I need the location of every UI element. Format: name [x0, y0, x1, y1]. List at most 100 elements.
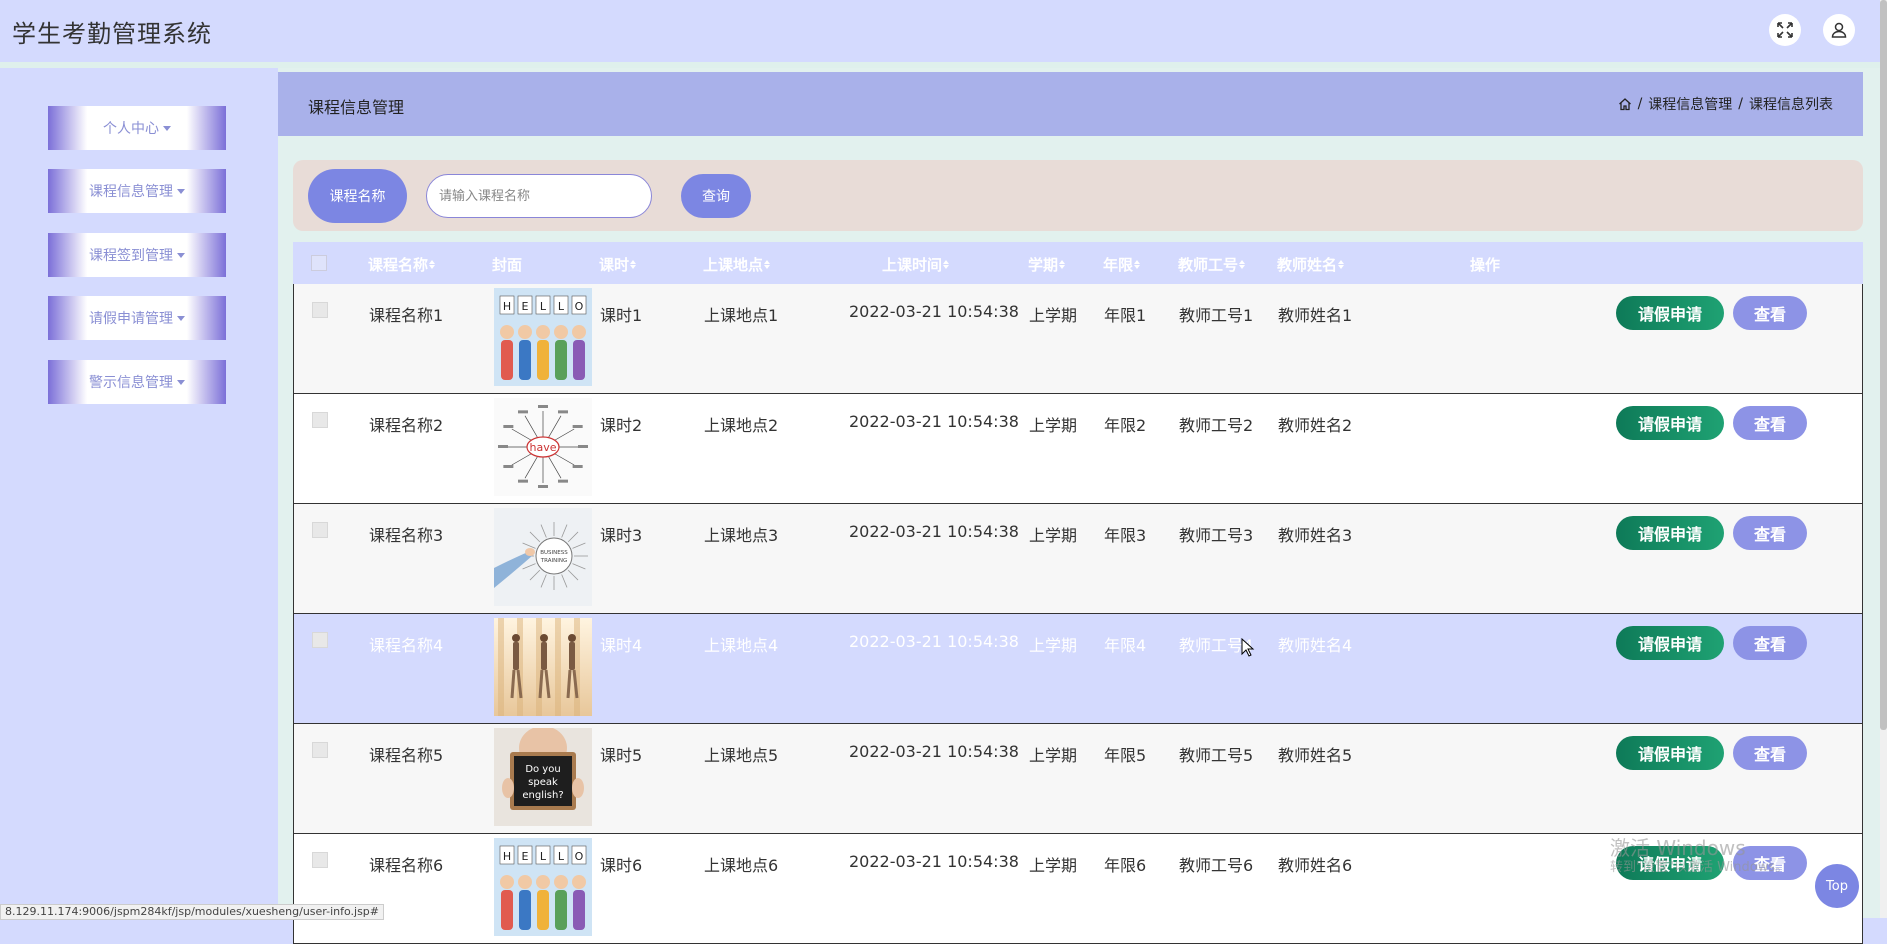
cell-years: 年限2 — [1104, 416, 1147, 435]
page-scrollbar[interactable] — [1880, 0, 1887, 918]
column-header[interactable]: 学期 — [1028, 254, 1066, 275]
svg-text:english?: english? — [522, 790, 563, 801]
fullscreen-icon[interactable] — [1769, 14, 1801, 46]
cell-time: 2022-03-21 10:54:38 — [849, 522, 1019, 541]
cell-teacher-name: 教师姓名4 — [1278, 636, 1353, 655]
column-header: 封面 — [492, 256, 523, 274]
table-row[interactable]: 课程名称1 课时1 上课地点1 2022-03-21 10:54:38 上学期 年限1 教师… — [293, 284, 1863, 394]
caret-down-icon — [177, 252, 185, 258]
leave-request-button[interactable]: 请假申请 — [1616, 296, 1724, 330]
svg-text:E: E — [522, 300, 529, 313]
row-checkbox[interactable] — [312, 632, 328, 648]
svg-text:L: L — [558, 850, 565, 863]
table-row[interactable]: 课程名称3 课时3 上课地点3 2022-03-21 10:54:38 上学期 年限3 教师… — [293, 504, 1863, 614]
sidebar-item-label: 警示信息管理 — [89, 375, 173, 391]
cell-place: 上课地点1 — [704, 306, 779, 325]
column-header[interactable]: 上课时间 — [882, 254, 950, 275]
column-header[interactable]: 年限 — [1103, 254, 1141, 275]
view-button[interactable]: 查看 — [1733, 626, 1807, 660]
column-header[interactable]: 课程名称 — [368, 254, 436, 275]
sidebar-item-personal-center[interactable]: 个人中心 — [48, 106, 226, 150]
svg-text:BUSINESS: BUSINESS — [540, 550, 568, 556]
breadcrumb: / 课程信息管理 / 课程信息列表 — [1618, 94, 1833, 114]
leave-request-button[interactable]: 请假申请 — [1616, 406, 1724, 440]
sidebar-item-course-info[interactable]: 课程信息管理 — [48, 169, 226, 213]
table-header: 课程名称 封面 课时 上课地点 上课时间 学期 年限 教师工号 教师姓名 操作 — [293, 242, 1863, 284]
row-checkbox[interactable] — [312, 852, 328, 868]
cell-years: 年限4 — [1104, 636, 1147, 655]
row-checkbox[interactable] — [312, 302, 328, 318]
view-button[interactable]: 查看 — [1733, 406, 1807, 440]
cell-name: 课程名称2 — [369, 416, 444, 435]
leave-request-button[interactable]: 请假申请 — [1616, 516, 1724, 550]
cell-teacher-name: 教师姓名2 — [1278, 416, 1353, 435]
column-header[interactable]: 上课地点 — [703, 254, 771, 275]
svg-text:H: H — [503, 300, 511, 313]
cell-teacher-name: 教师姓名5 — [1278, 746, 1353, 765]
cell-name: 课程名称6 — [369, 856, 444, 875]
page-title: 课程信息管理 — [308, 98, 405, 117]
cell-time: 2022-03-21 10:54:38 — [849, 632, 1019, 651]
cell-years: 年限6 — [1104, 856, 1147, 875]
sidebar-item-label: 个人中心 — [103, 121, 159, 137]
table-row[interactable]: 课程名称2 课时2 上课地点2 2022-03-21 10:54:38 上学期 年限2 教师… — [293, 394, 1863, 504]
row-checkbox[interactable] — [312, 742, 328, 758]
home-icon[interactable] — [1618, 97, 1632, 111]
cell-term: 上学期 — [1029, 636, 1078, 655]
table-row[interactable]: 课程名称4 课时4 上课地点4 2022-03-21 10:54:38 上学期 年限4 教师… — [293, 614, 1863, 724]
svg-text:L: L — [540, 850, 547, 863]
cell-years: 年限5 — [1104, 746, 1147, 765]
back-to-top-button[interactable]: Top — [1815, 864, 1859, 908]
cell-time: 2022-03-21 10:54:38 — [849, 302, 1019, 321]
row-checkbox[interactable] — [312, 412, 328, 428]
cover-image: HELLO — [494, 838, 592, 936]
breadcrumb-separator: / — [1738, 96, 1743, 112]
column-header[interactable]: 教师工号 — [1178, 254, 1246, 275]
cell-term: 上学期 — [1029, 416, 1078, 435]
scrollbar-thumb[interactable] — [1880, 0, 1887, 730]
cell-teacher-name: 教师姓名6 — [1278, 856, 1353, 875]
page-header: 课程信息管理 / 课程信息管理 / 课程信息列表 — [278, 72, 1863, 136]
view-button[interactable]: 查看 — [1733, 296, 1807, 330]
sidebar-item-label: 课程信息管理 — [89, 184, 173, 200]
svg-text:Do you: Do you — [525, 764, 560, 775]
row-checkbox[interactable] — [312, 522, 328, 538]
cell-teacher-id: 教师工号6 — [1179, 856, 1254, 875]
leave-request-button[interactable]: 请假申请 — [1616, 626, 1724, 660]
caret-down-icon — [177, 379, 185, 385]
search-input[interactable] — [426, 174, 652, 218]
cell-teacher-name: 教师姓名3 — [1278, 526, 1353, 545]
cell-place: 上课地点4 — [704, 636, 779, 655]
sidebar-item-warning-info[interactable]: 警示信息管理 — [48, 360, 226, 404]
cell-place: 上课地点5 — [704, 746, 779, 765]
top-bar: 学生考勤管理系统 — [0, 0, 1880, 68]
view-button[interactable]: 查看 — [1733, 736, 1807, 770]
leave-request-button[interactable]: 请假申请 — [1616, 736, 1724, 770]
mouse-cursor-icon — [1241, 638, 1255, 657]
search-button[interactable]: 查询 — [681, 174, 751, 218]
svg-text:have: have — [530, 441, 557, 454]
sidebar-item-course-signin[interactable]: 课程签到管理 — [48, 233, 226, 277]
cover-image — [494, 618, 592, 716]
search-form: 课程名称 查询 — [293, 160, 1863, 231]
cell-hours: 课时4 — [600, 636, 643, 655]
column-header[interactable]: 教师姓名 — [1277, 254, 1345, 275]
cell-hours: 课时6 — [600, 856, 643, 875]
caret-down-icon — [177, 315, 185, 321]
cell-name: 课程名称3 — [369, 526, 444, 545]
cell-years: 年限3 — [1104, 526, 1147, 545]
cell-teacher-id: 教师工号3 — [1179, 526, 1254, 545]
select-all-checkbox[interactable] — [311, 255, 327, 271]
breadcrumb-item[interactable]: 课程信息管理 — [1648, 94, 1732, 114]
view-button[interactable]: 查看 — [1733, 516, 1807, 550]
cell-name: 课程名称4 — [369, 636, 444, 655]
cell-years: 年限1 — [1104, 306, 1147, 325]
cell-hours: 课时1 — [600, 306, 643, 325]
cell-time: 2022-03-21 10:54:38 — [849, 412, 1019, 431]
cell-teacher-id: 教师工号1 — [1179, 306, 1254, 325]
user-icon[interactable] — [1823, 14, 1855, 46]
column-header[interactable]: 课时 — [599, 254, 637, 275]
table-row[interactable]: 课程名称5 课时5 上课地点5 2022-03-21 10:54:38 上学期 年限5 教师… — [293, 724, 1863, 834]
column-header: 操作 — [1470, 256, 1501, 274]
sidebar-item-leave-request[interactable]: 请假申请管理 — [48, 296, 226, 340]
